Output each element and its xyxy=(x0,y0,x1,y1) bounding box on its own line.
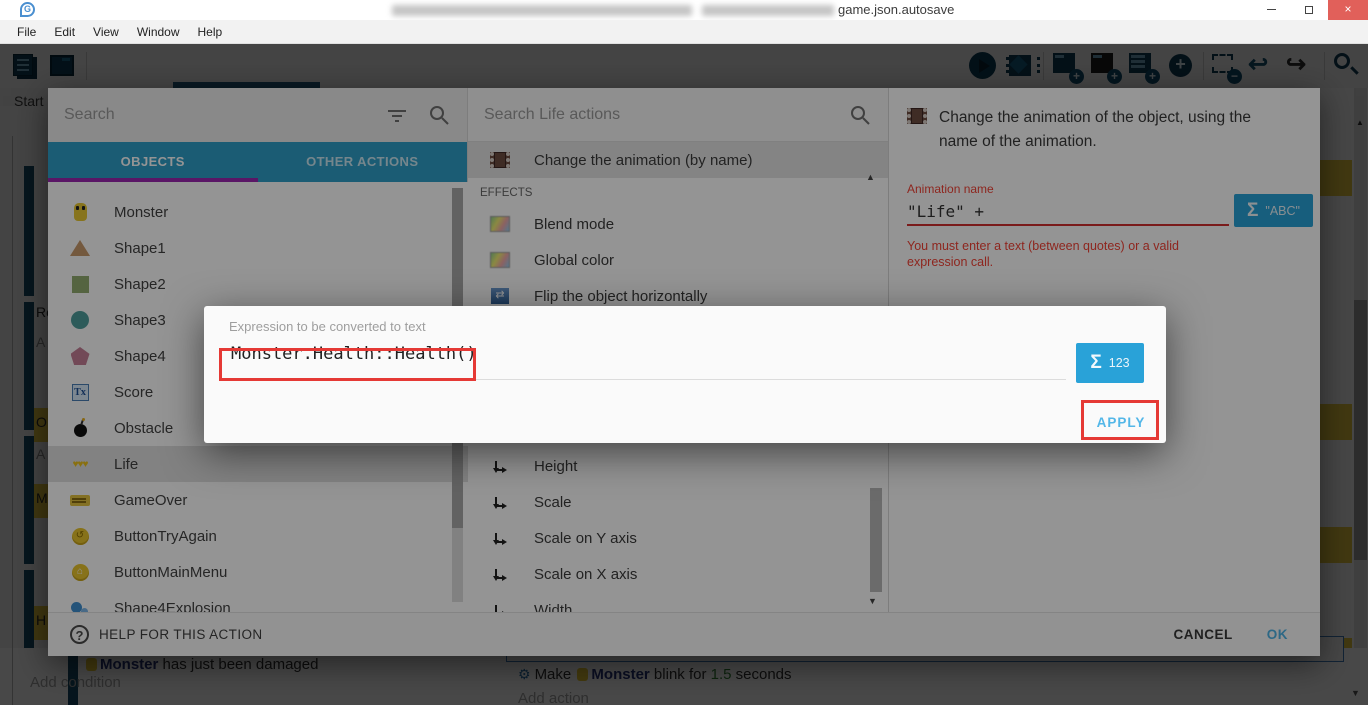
numeric-expression-builder-button[interactable]: Σ 123 xyxy=(1076,343,1144,383)
menu-file[interactable]: File xyxy=(8,22,45,42)
expression-input[interactable] xyxy=(231,344,991,364)
sigma-icon: Σ xyxy=(1090,352,1101,374)
gdevelop-window: + + + + − ↩ ↩ Start Page Re A O A M H ▲ xyxy=(0,0,1368,705)
title-bar: G game.json.autosave × xyxy=(0,0,1368,20)
minimize-button[interactable] xyxy=(1252,0,1290,20)
maximize-button[interactable] xyxy=(1290,0,1328,20)
apply-button[interactable]: APPLY xyxy=(1082,404,1160,440)
blurred-path xyxy=(392,5,692,16)
window-title: game.json.autosave xyxy=(838,2,954,17)
menu-bar: File Edit View Window Help xyxy=(0,20,1368,44)
blurred-path xyxy=(702,5,834,16)
menu-help[interactable]: Help xyxy=(189,22,232,42)
menu-window[interactable]: Window xyxy=(128,22,189,42)
menu-view[interactable]: View xyxy=(84,22,128,42)
gdevelop-logo-icon: G xyxy=(20,2,35,17)
close-button[interactable]: × xyxy=(1328,0,1368,20)
expression-editor-modal: Expression to be converted to text Σ 123… xyxy=(204,306,1166,443)
expression-label: Expression to be converted to text xyxy=(229,319,426,334)
menu-edit[interactable]: Edit xyxy=(45,22,84,42)
